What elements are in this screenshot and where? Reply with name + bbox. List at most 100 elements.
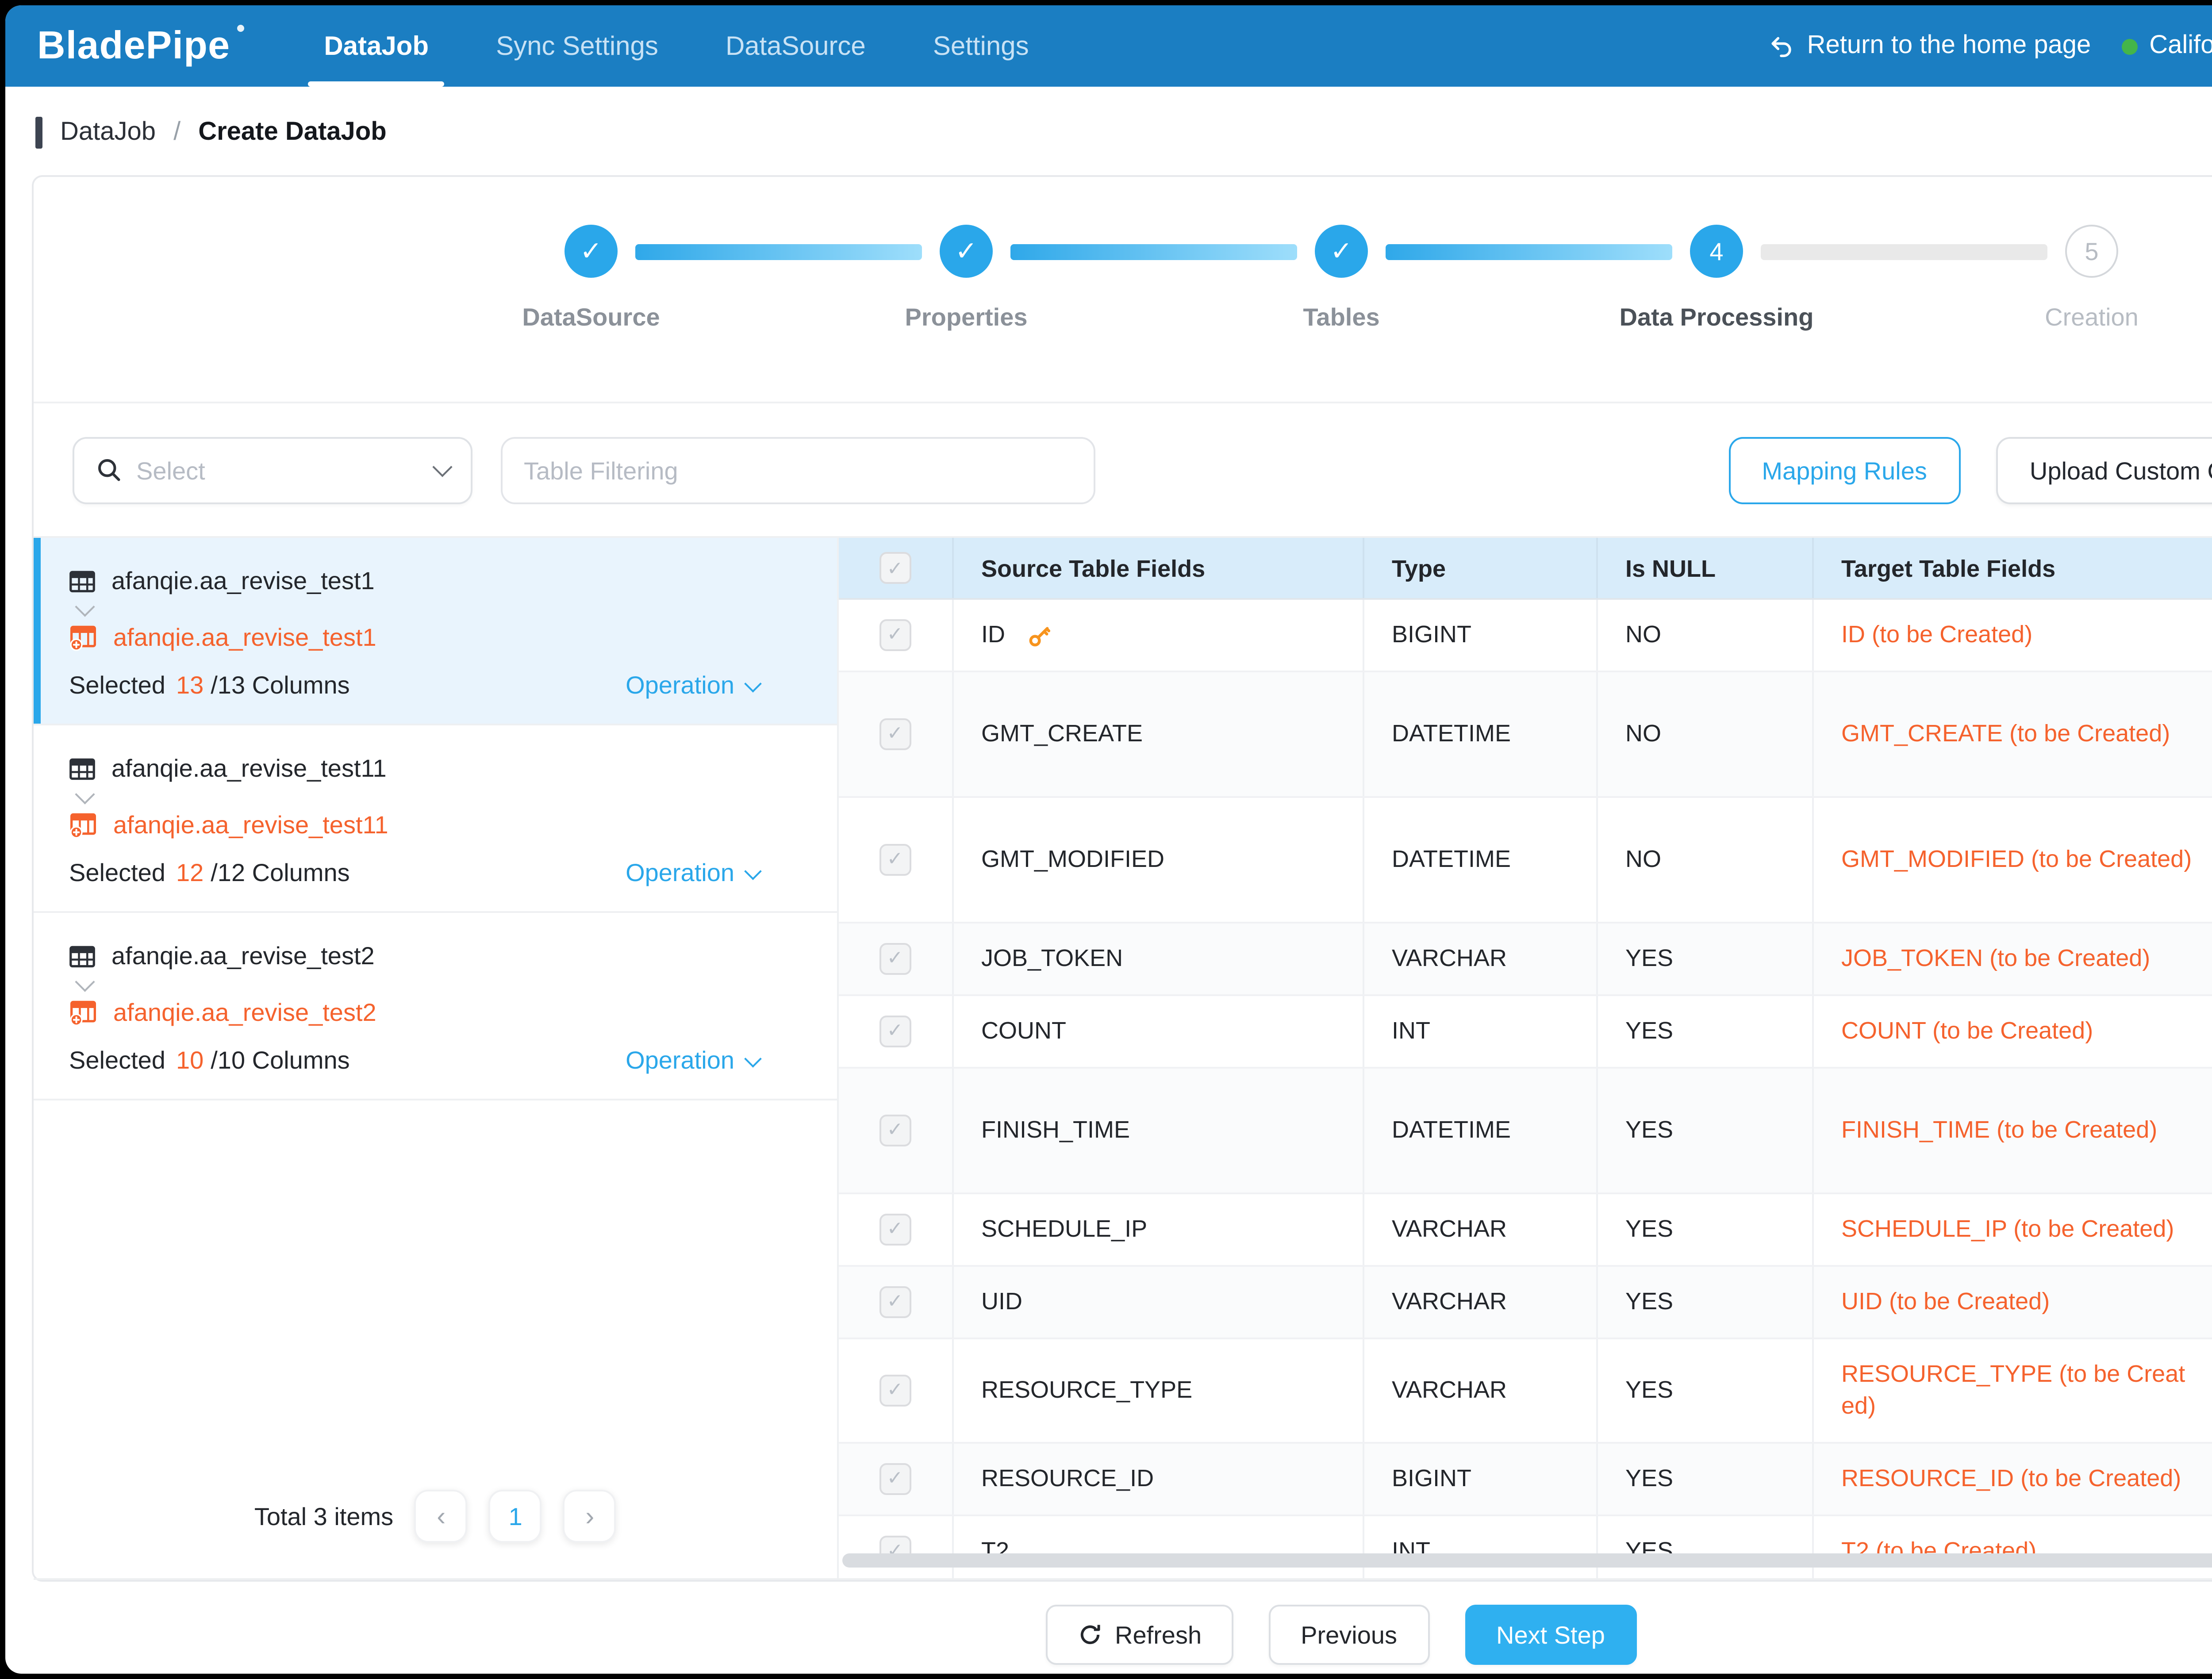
selected-count: 13 [176, 671, 204, 699]
row-checkbox[interactable]: ✓ [879, 1115, 911, 1146]
chevron-down-icon [744, 1049, 762, 1067]
wizard-stepper: ✓ DataSource ✓ Properties ✓ Tables 4 Dat… [34, 177, 2212, 403]
step-circle-done: ✓ [1315, 225, 1368, 278]
return-home-label: Return to the home page [1807, 32, 2091, 60]
pagination-prev-button[interactable]: ‹ [415, 1490, 468, 1543]
tab-settings[interactable]: Settings [899, 5, 1063, 87]
pagination-next-button[interactable]: › [563, 1490, 616, 1543]
expand-chevron-icon[interactable] [75, 972, 95, 992]
screenshot-frame: BladePipe DataJob Sync Settings DataSour… [0, 0, 2212, 1679]
region-selector[interactable]: California (v0.7.0) [2121, 32, 2212, 60]
source-table-icon [69, 567, 96, 594]
mapping-content: afanqie.aa_revise_test1afanqie.aa_revise… [34, 538, 2212, 1580]
row-checkbox[interactable]: ✓ [879, 1286, 911, 1318]
expand-chevron-icon[interactable] [75, 784, 95, 804]
table-row: ✓UIDVARCHARYESUID (to be Created)VARCHAR… [839, 1266, 2212, 1338]
row-checkbox-cell: ✓ [839, 1266, 952, 1338]
chevron-down-icon [432, 456, 452, 476]
source-table-name: afanqie.aa_revise_test11 [111, 754, 387, 782]
row-checkbox[interactable]: ✓ [879, 943, 911, 975]
refresh-label: Refresh [1115, 1621, 1202, 1649]
table-filtering-input[interactable] [501, 436, 1095, 503]
operation-link[interactable]: Operation [626, 671, 759, 699]
row-checkbox[interactable]: ✓ [879, 1214, 911, 1246]
breadcrumb-parent[interactable]: DataJob [60, 119, 156, 147]
source-type-cell: INT [1363, 995, 1596, 1068]
source-type-cell: INT [1363, 1515, 1596, 1578]
row-checkbox[interactable]: ✓ [879, 1016, 911, 1047]
row-checkbox[interactable]: ✓ [879, 619, 911, 651]
source-field-name: COUNT [981, 1016, 1066, 1047]
upload-custom-code-button[interactable]: Upload Custom Code [1996, 436, 2212, 503]
step-circle-active: 4 [1690, 225, 1743, 278]
source-isnull-cell: NO [1596, 671, 1812, 797]
row-checkbox[interactable]: ✓ [879, 718, 911, 750]
source-table-icon [69, 755, 96, 781]
breadcrumb: DataJob / Create DataJob [5, 87, 2212, 172]
table-header-row: ✓ Source Table Fields Type Is NULL Targe… [839, 538, 2212, 599]
next-step-button[interactable]: Next Step [1464, 1605, 1637, 1665]
pagination-page-1[interactable]: 1 [489, 1490, 542, 1543]
table-list-panel: afanqie.aa_revise_test1afanqie.aa_revise… [34, 538, 839, 1578]
source-field-cell: FINISH_TIME [952, 1068, 1363, 1193]
table-mapping-item[interactable]: afanqie.aa_revise_test1afanqie.aa_revise… [34, 538, 837, 725]
select-dropdown[interactable]: Select [73, 436, 472, 503]
table-row: ✓RESOURCE_TYPEVARCHARYESRESOURCE_TYPE (t… [839, 1338, 2212, 1443]
source-field-wrap: SCHEDULE_IP [981, 1214, 1333, 1246]
tab-sync-settings[interactable]: Sync Settings [462, 5, 692, 87]
selected-suffix: /13 Columns [211, 671, 349, 699]
bladepipe-logo: BladePipe [37, 23, 230, 69]
row-checkbox-cell: ✓ [839, 797, 952, 923]
tab-datajob[interactable]: DataJob [290, 5, 462, 87]
source-isnull-cell: NO [1596, 599, 1812, 671]
source-field-name: SCHEDULE_IP [981, 1214, 1147, 1246]
table-row: ✓RESOURCE_IDBIGINTYESRESOURCE_ID (to be … [839, 1443, 2212, 1515]
check-icon: ✓ [887, 1115, 903, 1146]
source-field-wrap: FINISH_TIME [981, 1115, 1333, 1146]
row-checkbox[interactable]: ✓ [879, 1463, 911, 1495]
source-table-row: afanqie.aa_revise_test11 [69, 754, 805, 782]
field-mapping-table: ✓ Source Table Fields Type Is NULL Targe… [839, 538, 2212, 1578]
operation-link[interactable]: Operation [626, 1046, 759, 1074]
selected-count: 10 [176, 1046, 204, 1074]
refresh-icon [1078, 1622, 1102, 1647]
target-table-name: afanqie.aa_revise_test11 [113, 810, 388, 839]
expand-chevron-icon[interactable] [75, 597, 95, 617]
source-field-wrap: JOB_TOKEN [981, 943, 1333, 975]
horizontal-scrollbar[interactable] [842, 1553, 2212, 1568]
target-field-cell: SCHEDULE_IP (to be Created) [1812, 1193, 2212, 1266]
source-isnull-cell: YES [1596, 1443, 1812, 1515]
target-field-cell: GMT_CREATE (to be Created) [1812, 671, 2212, 797]
table-row: ✓FINISH_TIMEDATETIMEYESFINISH_TIME (to b… [839, 1068, 2212, 1193]
target-field-cell: FINISH_TIME (to be Created) [1812, 1068, 2212, 1193]
source-table-name: afanqie.aa_revise_test2 [111, 941, 375, 970]
row-checkbox[interactable]: ✓ [879, 844, 911, 876]
field-table-body: ✓IDBIGINTNOID (to be Created)BIGINTNO✓GM… [839, 599, 2212, 1578]
row-checkbox-cell: ✓ [839, 1515, 952, 1578]
operation-link[interactable]: Operation [626, 858, 759, 886]
table-mapping-item[interactable]: afanqie.aa_revise_test2afanqie.aa_revise… [34, 913, 837, 1100]
row-checkbox-cell: ✓ [839, 599, 952, 671]
page-title: Create DataJob [198, 119, 387, 147]
table-mapping-item[interactable]: afanqie.aa_revise_test11 afanqie.aa_revis… [34, 725, 837, 913]
selected-label: Selected [69, 1046, 165, 1074]
mapping-rules-button[interactable]: Mapping Rules [1728, 436, 1961, 503]
return-home-link[interactable]: Return to the home page [1768, 32, 2091, 60]
refresh-button[interactable]: Refresh [1046, 1605, 1233, 1665]
step-circle-done: ✓ [940, 225, 993, 278]
step-label: Creation [2045, 303, 2139, 331]
check-icon: ✓ [580, 235, 602, 267]
check-icon: ✓ [887, 718, 903, 750]
previous-button[interactable]: Previous [1269, 1605, 1429, 1665]
row-checkbox-cell: ✓ [839, 995, 952, 1068]
filter-toolbar: Select Mapping Rules Upload Custom Code … [34, 403, 2212, 538]
select-all-checkbox[interactable]: ✓ [879, 552, 911, 584]
check-icon: ✓ [887, 844, 903, 876]
tab-datasource[interactable]: DataSource [692, 5, 899, 87]
selected-label: Selected [69, 671, 165, 699]
row-checkbox[interactable]: ✓ [879, 1375, 911, 1407]
source-field-name: RESOURCE_ID [981, 1463, 1154, 1495]
source-isnull-cell: YES [1596, 1266, 1812, 1338]
source-field-name: JOB_TOKEN [981, 943, 1123, 975]
row-checkbox-cell: ✓ [839, 1193, 952, 1266]
